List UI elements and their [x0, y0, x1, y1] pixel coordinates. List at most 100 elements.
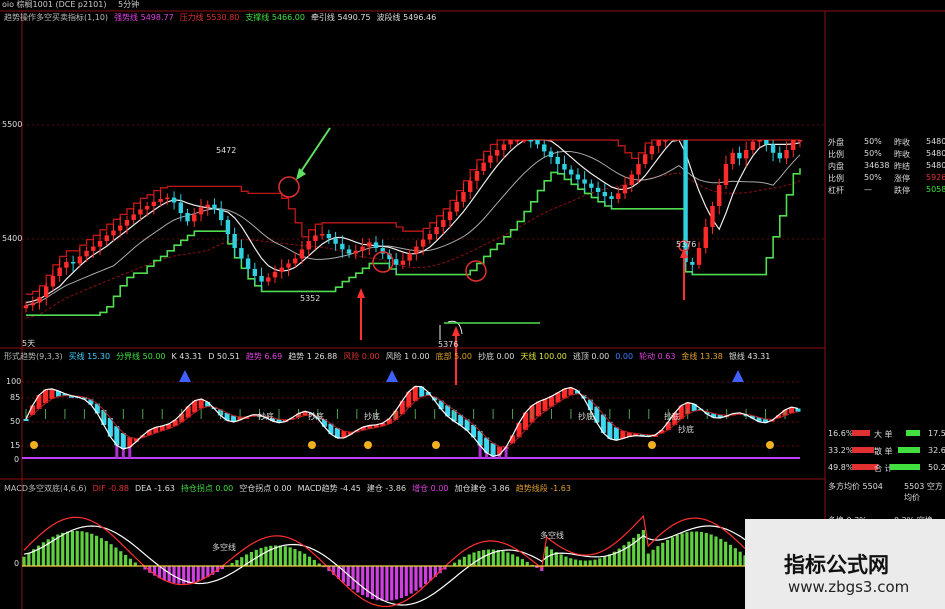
candle-body [23, 305, 29, 309]
macd-histogram-bar [124, 554, 128, 566]
candle-body [57, 267, 62, 276]
macd-histogram-bar [288, 547, 292, 566]
candle-body [622, 185, 628, 194]
macd-histogram-bar [506, 552, 510, 566]
macd-histogram-bar [549, 549, 554, 566]
trend-ribbon-bar [490, 443, 496, 457]
macd-histogram-bar [695, 531, 699, 566]
candle-body [64, 262, 69, 268]
candle-body [427, 234, 433, 240]
candle-body [232, 234, 237, 248]
legend-item: D 50.51 [208, 352, 240, 361]
green-arrow [297, 127, 331, 177]
legend-item: 买线 15.30 [68, 352, 111, 361]
candle-body [461, 192, 466, 202]
candle-body [178, 202, 183, 213]
price-axis-label: 5400 [2, 234, 23, 243]
order-flow-label: 大 单 [874, 430, 893, 439]
price-annotation: 5天 [22, 339, 36, 348]
candle-body [171, 197, 177, 203]
order-flow-short: 17.5% [928, 429, 945, 438]
legend-item: 持仓拐点 0.00 [180, 484, 234, 493]
candle-body [185, 213, 190, 222]
candle-body [37, 297, 42, 303]
quote-row: 外盘 50% 昨收 5480 [826, 136, 945, 148]
legend-item: 抄底 0.00 [477, 352, 515, 361]
quote-panel: 外盘 50% 昨收 5480 比例 50% 昨收 5480 内盘 34638 昨结 5480 比例 50%… [826, 136, 945, 196]
quote-cell: 5058 [926, 185, 945, 194]
legend-item: 逃顶 0.00 [572, 352, 610, 361]
macd-histogram-bar [574, 559, 578, 566]
legend-item: 底部 5.00 [435, 352, 472, 361]
red-arrow-head [357, 288, 365, 298]
candle-body [158, 199, 163, 202]
macd-histogram-bar [104, 540, 108, 566]
order-flow-row: 33.2% 散 单 32.6% [826, 445, 945, 462]
candle-body [582, 179, 587, 184]
macd-histogram-bar [162, 566, 166, 581]
macd-histogram-bar [278, 545, 283, 566]
macd-histogram-bar [501, 551, 505, 566]
short-average-price: 5503 空方均价 [904, 482, 943, 502]
legend-item: 强势线 5498.77 [114, 13, 174, 22]
candle-body [737, 152, 742, 159]
candle-body [777, 152, 783, 159]
macd-histogram-bar [385, 566, 389, 601]
bottom-signal-dot [766, 441, 774, 449]
candle-body [629, 174, 634, 185]
candle-body [710, 206, 715, 227]
macd-histogram-bar [235, 560, 239, 566]
candle-body [609, 196, 614, 199]
macd-histogram-bar [457, 559, 462, 566]
candle-body [488, 155, 493, 163]
macd-histogram-bar [593, 559, 597, 566]
average-price-row: 多方均价 5504 5503 空方均价 [826, 480, 945, 502]
candle-body [784, 150, 789, 159]
quote-cell: 50% [864, 173, 882, 182]
legend-item: 轮动 0.63 [639, 352, 676, 361]
quote-cell: 外盘 [828, 138, 844, 147]
short-bar [906, 430, 920, 436]
kdj-axis-label: 50 [10, 417, 21, 426]
macd-histogram-bar [375, 566, 379, 601]
candle-body [205, 204, 210, 208]
macd-histogram-bar [419, 566, 423, 588]
macd-histogram-bar [699, 531, 704, 566]
trend-ribbon-bar [412, 386, 418, 402]
macd-histogram-bar [525, 561, 529, 566]
macd-histogram-bar [656, 546, 660, 566]
legend-item: 波段线 5496.46 [376, 13, 437, 22]
short-bar [898, 447, 920, 453]
candle-body [353, 250, 358, 254]
order-flow-row: 49.8%合 计50.2% [826, 462, 945, 479]
candle-body [138, 209, 143, 215]
quote-cell: 昨收 [894, 138, 910, 147]
candle-body [306, 241, 311, 250]
macd-histogram-bar [404, 566, 408, 596]
legend-item: 趋势 1 26.88 [288, 352, 338, 361]
macd-histogram-bar [603, 556, 607, 566]
candle-body [568, 169, 574, 175]
macd-histogram-bar [303, 553, 307, 566]
watermark-url: www.zbgs3.com [788, 578, 910, 596]
candle-body [144, 206, 150, 210]
dif-line [23, 514, 746, 608]
macd-histogram-bar [177, 566, 181, 584]
candle-body [340, 243, 345, 250]
bottom-signal-dot [308, 441, 316, 449]
quote-cell: 5926 [926, 173, 945, 182]
top-signal-marker [732, 370, 744, 382]
macd-histogram-bar [293, 549, 297, 566]
macd-histogram-bar [22, 556, 26, 566]
candle-body [70, 262, 76, 264]
legend-item: 趋势线段 -1.63 [515, 484, 571, 493]
macd-histogram-bar [467, 554, 471, 566]
macd-histogram-bar [462, 556, 466, 566]
chart-canvas[interactable] [0, 0, 945, 609]
quote-cell: — [864, 185, 872, 194]
macd-histogram-bar [651, 549, 655, 566]
candle-body [750, 141, 756, 150]
macd-histogram-bar [685, 532, 689, 566]
bottom-signal-dot [432, 441, 440, 449]
order-flow-long: 16.6% [828, 429, 854, 438]
